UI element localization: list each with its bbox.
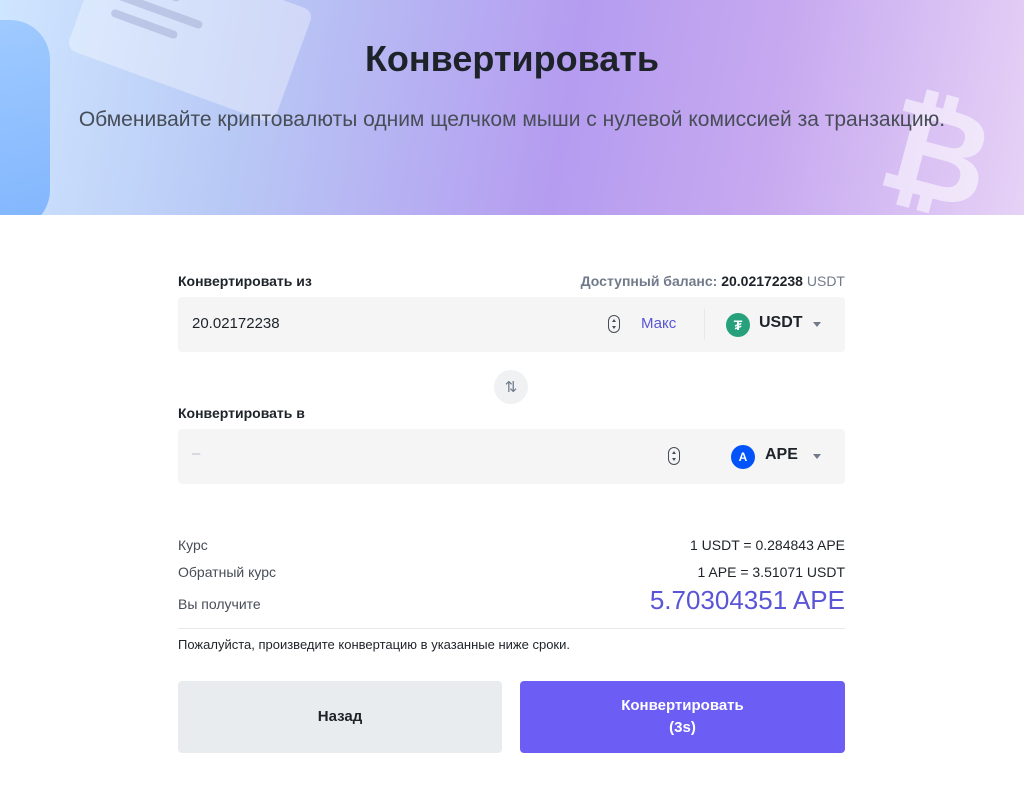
swap-direction-button[interactable]: ⇅ [494, 370, 528, 404]
from-coin-select[interactable]: ₮ USDT [726, 297, 836, 352]
back-button-label: Назад [317, 708, 363, 725]
swap-icon: ⇅ [504, 379, 518, 396]
to-amount-input[interactable]: – [192, 445, 200, 462]
max-button[interactable]: Макс [641, 315, 676, 332]
inverse-rate-value: 1 APE = 3.51071 USDT [697, 564, 845, 580]
to-amount-field[interactable]: – A APE [178, 429, 845, 484]
from-coin-name: USDT [759, 314, 803, 331]
balance-value: 20.02172238 [721, 273, 803, 289]
divider [704, 309, 705, 340]
balance-label: Доступный баланс: [580, 273, 718, 289]
from-stepper-icon[interactable] [608, 315, 620, 333]
balance-unit: USDT [806, 273, 845, 289]
apecoin-icon: A [731, 445, 755, 469]
receive-value: 5.70304351 APE [649, 585, 845, 615]
to-stepper-icon[interactable] [668, 447, 680, 465]
page-subtitle: Обменивайте криптовалюты одним щелчком м… [78, 108, 946, 131]
inverse-rate-label: Обратный курс [178, 564, 276, 580]
to-label: Конвертировать в [178, 405, 305, 421]
available-balance: Доступный баланс: 20.02172238 USDT [581, 273, 845, 289]
rate-value: 1 USDT = 0.284843 APE [689, 537, 845, 553]
countdown-label: (3s) [669, 719, 696, 736]
receive-label: Вы получите [178, 596, 261, 612]
from-label-row: Конвертировать из Доступный баланс: 20.0… [178, 273, 845, 293]
chevron-down-icon [813, 454, 821, 459]
back-button[interactable]: Назад [178, 681, 502, 753]
rate-label: Курс [178, 537, 208, 553]
to-coin-select[interactable]: A APE [731, 429, 836, 484]
tether-icon: ₮ [726, 313, 750, 337]
bitcoin-icon: ₿ [867, 68, 1008, 215]
from-amount-field[interactable]: 20.02172238 Макс ₮ USDT [178, 297, 845, 352]
convert-button-label: Конвертировать [621, 697, 744, 714]
from-label: Конвертировать из [178, 273, 312, 289]
chevron-down-icon [813, 322, 821, 327]
hero-banner: ₿ Конвертировать Обменивайте криптовалют… [0, 0, 1024, 215]
convert-button[interactable]: Конвертировать (3s) [520, 681, 845, 753]
to-label-row: Конвертировать в [178, 405, 845, 425]
divider [178, 628, 845, 629]
page-title: Конвертировать [364, 38, 660, 79]
to-coin-name: APE [765, 446, 798, 463]
deadline-note: Пожалуйста, произведите конвертацию в ук… [178, 637, 570, 652]
from-amount-input[interactable]: 20.02172238 [192, 315, 280, 332]
